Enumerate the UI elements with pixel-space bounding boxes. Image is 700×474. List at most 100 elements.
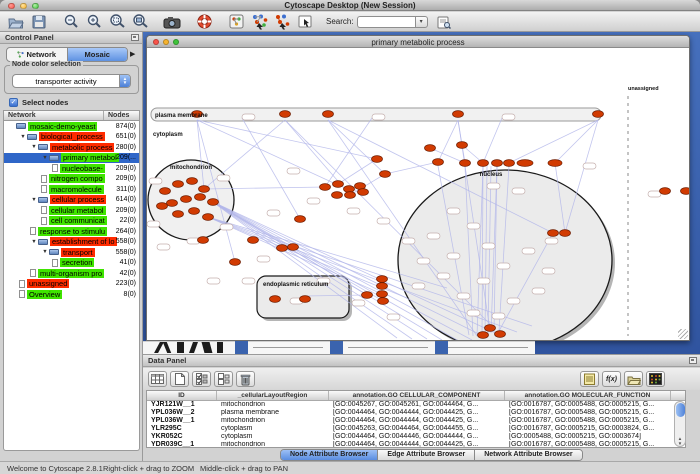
tree-item-secretion[interactable]: secretion41(0) [4, 258, 139, 269]
tab-mosaic[interactable]: Mosaic [68, 48, 128, 61]
node-color-dropdown[interactable]: transporter activity ▲▼ [12, 74, 131, 88]
attribute-browser-tabs: Node Attribute BrowserEdge Attribute Bro… [280, 449, 583, 461]
tree-item-multi-organism-pro[interactable]: multi-organism pro42(0) [4, 268, 139, 279]
node-color-selection-group: Node color selection transporter activit… [4, 65, 139, 94]
scrollbar-arrows[interactable]: ▲▼ [675, 436, 685, 446]
disclosure-triangle-icon[interactable]: ▼ [30, 239, 38, 245]
control-panel-tabs: Network Mosaic [6, 47, 128, 62]
tab-network[interactable]: Network [7, 48, 68, 61]
delete-attribute-icon[interactable] [236, 371, 255, 387]
tree-item-primary-metabol[interactable]: ▼primary metabol209(... [4, 153, 139, 164]
search-input[interactable] [357, 16, 415, 28]
float-panel-icon[interactable] [131, 34, 139, 41]
help-lifebuoy-icon[interactable] [194, 13, 214, 30]
cell: YPL036W__1 [147, 417, 217, 424]
zoom-in-icon[interactable] [84, 13, 104, 30]
network-file-icon [41, 185, 47, 193]
tree-item-cell-communicat[interactable]: cell communicat22(0) [4, 216, 139, 227]
new-network-selected-nodes-selected-edges-icon[interactable] [272, 13, 292, 30]
table-row-ypl036w-2[interactable]: YPL036W__2plasma membrane[GO:0044464, GO… [147, 409, 685, 417]
search-dropdown-button[interactable]: ▾ [415, 16, 428, 28]
table-row-ydr039c-1[interactable]: YDR039C__1mitochondrion[GO:0044464, GO:0… [147, 440, 685, 448]
tree-item-unassigned[interactable]: unassigned223(0) [4, 279, 139, 290]
float-panel-icon[interactable] [689, 357, 697, 364]
more-tabs-arrow[interactable]: ▶ [130, 50, 135, 58]
network-view-window[interactable]: primary metabolic process plasma membran… [146, 35, 690, 341]
status-hint-zoom: Right-click + drag to ZOOM [103, 464, 194, 473]
annotation-select-icon[interactable] [295, 13, 315, 30]
zoom-out-icon[interactable] [61, 13, 81, 30]
select-attributes-icon[interactable] [148, 371, 167, 387]
snapshot-camera-icon[interactable] [162, 13, 182, 30]
tab-node-attribute-browser[interactable]: Node Attribute Browser [281, 450, 378, 460]
disclosure-triangle-icon[interactable]: ▼ [30, 144, 38, 150]
tree-item-node-count: 8(0) [124, 291, 136, 298]
svg-text:nucleus: nucleus [480, 172, 503, 178]
table-row-ylr295c[interactable]: YLR295Ccytoplasm[GO:0045263, GO:0044464,… [147, 425, 685, 433]
attribute-matrix-icon[interactable] [646, 371, 665, 387]
column-header-annotation-go-molecular-function[interactable]: annotation.GO MOLECULAR_FUNCTION [505, 391, 671, 400]
notepad-icon[interactable] [580, 371, 599, 387]
column-header-id[interactable]: ID [147, 391, 217, 400]
tree-item-establishment-of-lo[interactable]: ▼establishment of lo558(0) [4, 237, 139, 248]
tree-item-response-to-stimulu[interactable]: response to stimulu264(0) [4, 226, 139, 237]
tab-edge-attribute-browser[interactable]: Edge Attribute Browser [378, 450, 475, 460]
network-file-icon [52, 164, 58, 172]
zoom-selected-region-icon[interactable] [107, 13, 127, 30]
select-all-attributes-icon[interactable] [192, 371, 211, 387]
cell: mitochondrion [217, 441, 329, 448]
scrollbar-thumb[interactable] [676, 403, 685, 417]
tree-item-label: nitrogen compo [49, 174, 105, 183]
network-file-icon [19, 290, 25, 298]
cell: [GO:0044464, GO:0044444, GO:0044425, G..… [329, 441, 505, 448]
create-attribute-icon[interactable] [170, 371, 189, 387]
data-panel-toolbar-right: f(x) [580, 371, 668, 387]
disclosure-triangle-icon[interactable]: ▼ [41, 155, 49, 161]
select-nodes-checkbox[interactable]: ✓ [9, 98, 18, 107]
disclosure-triangle-icon[interactable]: ▼ [30, 197, 38, 203]
formula-builder-icon[interactable]: f(x) [602, 371, 621, 387]
nodes-column-header[interactable]: Nodes [104, 111, 139, 120]
new-network-selected-nodes-all-edges-icon[interactable] [249, 13, 269, 30]
network-graph[interactable]: plasma membranecytoplasmmitochondrionnuc… [147, 48, 689, 340]
create-view-icon[interactable] [226, 13, 246, 30]
tree-item-nitrogen-compo[interactable]: nitrogen compo209(0) [4, 174, 139, 185]
column-header-annotation-go-cellular-component[interactable]: annotation.GO CELLULAR_COMPONENT [329, 391, 505, 400]
tree-item-biological-process[interactable]: ▼biological_process651(0) [4, 132, 139, 143]
cytoscape-window: Cytoscape Desktop (New Session) Search: … [0, 0, 700, 474]
cell: [GO:0044464, GO:0044444, GO:0044425, G..… [329, 409, 505, 416]
search-go-icon[interactable] [434, 13, 454, 30]
tree-item-overview[interactable]: Overview8(0) [4, 289, 139, 300]
tree-item-transport[interactable]: ▼transport558(0) [4, 247, 139, 258]
cell: YDR039C__1 [147, 441, 217, 448]
disclosure-triangle-icon[interactable]: ▼ [41, 249, 49, 255]
tree-item-nucleobase[interactable]: nucleobase-209(0) [4, 163, 139, 174]
open-file-icon[interactable] [6, 13, 26, 30]
network-column-header[interactable]: Network [4, 111, 104, 120]
window-title: Cytoscape Desktop (New Session) [0, 1, 700, 10]
zoom-fit-icon[interactable] [130, 13, 150, 30]
data-panel-header: Data Panel [143, 355, 700, 367]
table-row-ykr052c[interactable]: YKR052Ccytoplasm[GO:0044464, GO:0044446,… [147, 433, 685, 441]
disclosure-triangle-icon[interactable]: ▼ [19, 134, 27, 140]
tree-item-cellular-process[interactable]: ▼cellular process614(0) [4, 195, 139, 206]
tree-item-label: unassigned [27, 279, 69, 288]
tab-network-attribute-browser[interactable]: Network Attribute Browser [475, 450, 581, 460]
table-row-ypl036w-1[interactable]: YPL036W__1mitochondrion[GO:0044464, GO:0… [147, 417, 685, 425]
attribute-browser-tabbar: Node Attribute BrowserEdge Attribute Bro… [143, 448, 700, 461]
unselect-all-attributes-icon[interactable] [214, 371, 233, 387]
network-view-titlebar[interactable]: primary metabolic process [147, 36, 689, 48]
tree-item-macromolecule[interactable]: macromolecule311(0) [4, 184, 139, 195]
table-scrollbar[interactable]: ▲▼ [674, 401, 686, 447]
resize-grip[interactable] [678, 329, 688, 339]
tree-item-cellular-metabol[interactable]: cellular metabol209(0) [4, 205, 139, 216]
tree-item-metabolic-process[interactable]: ▼metabolic process280(0) [4, 142, 139, 153]
status-bar: Welcome to Cytoscape 2.8.1 Right-click +… [0, 461, 700, 474]
network-canvas[interactable]: plasma membranecytoplasmmitochondrionnuc… [147, 48, 689, 340]
table-row-yjr121w-1[interactable]: YJR121W__1mitochondrion[GO:0045267, GO:0… [147, 401, 685, 409]
tree-item-label: establishment of lo [50, 237, 117, 246]
tree-item-mosaic-demo-yeast[interactable]: mosaic-demo-yeast874(0) [4, 121, 139, 132]
save-session-icon[interactable] [29, 13, 49, 30]
import-attributes-icon[interactable] [624, 371, 643, 387]
column-header-cellularlayoutregion[interactable]: _cellularLayoutRegion [217, 391, 329, 400]
